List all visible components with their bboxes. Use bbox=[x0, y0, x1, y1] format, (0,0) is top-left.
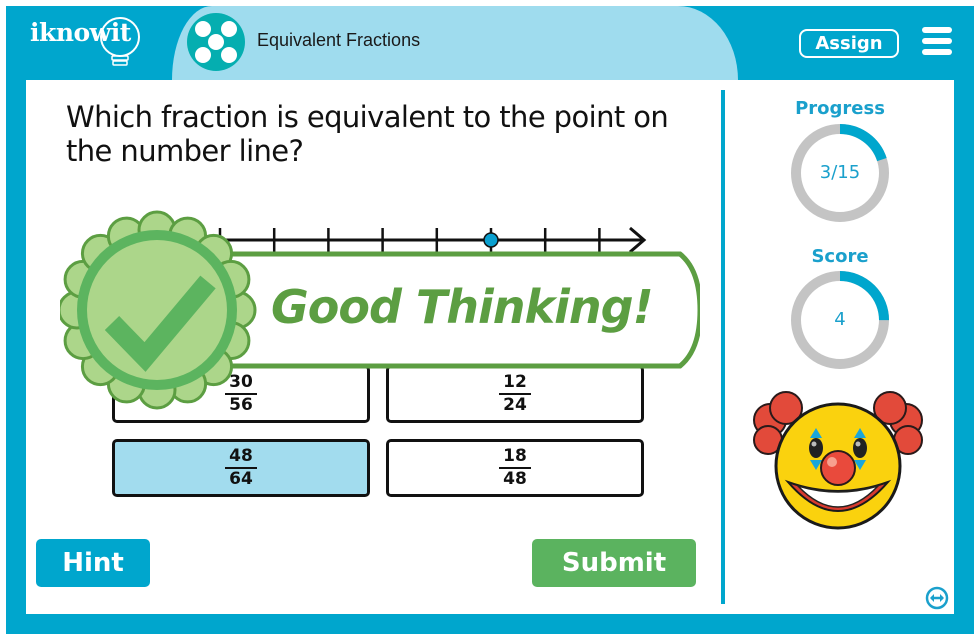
lightbulb-icon bbox=[100, 17, 140, 66]
progress-label: Progress bbox=[795, 98, 885, 119]
fraction: 48 64 bbox=[225, 447, 257, 489]
denominator: 24 bbox=[503, 395, 527, 415]
answer-option[interactable]: 30 56 bbox=[112, 365, 370, 423]
topic-icon bbox=[187, 13, 245, 71]
numerator: 48 bbox=[229, 446, 253, 466]
score-value: 4 bbox=[834, 309, 846, 330]
numerator: 12 bbox=[503, 372, 527, 392]
question-text: Which fraction is equivalent to the poin… bbox=[66, 100, 669, 168]
denominator: 56 bbox=[229, 395, 253, 415]
fraction: 18 48 bbox=[499, 447, 531, 489]
hamburger-menu-icon[interactable] bbox=[922, 27, 952, 55]
hint-button[interactable]: Hint bbox=[36, 539, 150, 587]
numerator: 18 bbox=[503, 446, 527, 466]
feedback-message: Good Thinking! bbox=[271, 280, 654, 334]
assign-button[interactable]: Assign bbox=[799, 29, 899, 58]
submit-button[interactable]: Submit bbox=[532, 539, 696, 587]
topic-title: Equivalent Fractions bbox=[257, 30, 421, 50]
score-label: Score bbox=[811, 246, 869, 267]
answer-option[interactable]: 18 48 bbox=[386, 439, 644, 497]
clown-face-icon bbox=[753, 391, 923, 530]
progress-value: 3/15 bbox=[819, 162, 861, 183]
fraction: 12 24 bbox=[499, 373, 531, 415]
number-line-point bbox=[483, 232, 499, 248]
answer-option[interactable]: 12 24 bbox=[386, 365, 644, 423]
number-line bbox=[210, 226, 647, 254]
resize-arrows-icon[interactable] bbox=[925, 586, 949, 610]
fraction: 30 56 bbox=[225, 373, 257, 415]
sidebar-divider bbox=[721, 90, 725, 604]
denominator: 64 bbox=[229, 469, 253, 489]
numerator: 30 bbox=[229, 372, 253, 392]
answer-option[interactable]: 48 64 bbox=[112, 439, 370, 497]
denominator: 48 bbox=[503, 469, 527, 489]
